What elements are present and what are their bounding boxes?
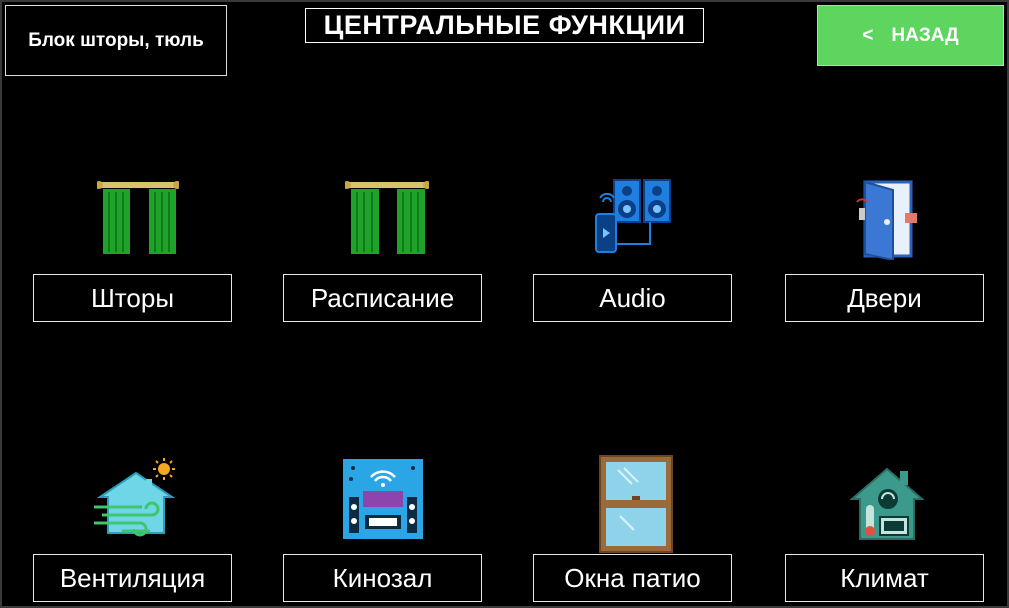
window-icon[interactable] [598,454,674,554]
tile-doors[interactable]: Двери [785,274,984,322]
curtain-icon[interactable] [97,180,179,254]
block-label: Блок шторы, тюль [5,5,227,76]
back-button-label: НАЗАД [891,24,959,46]
home-cinema-icon[interactable] [343,459,423,539]
tile-schedule[interactable]: Расписание [283,274,482,322]
tile-climate[interactable]: Климат [785,554,984,602]
door-icon[interactable] [853,180,921,260]
back-button[interactable]: < НАЗАД [817,5,1004,66]
climate-house-icon[interactable] [848,463,926,541]
page-title: ЦЕНТРАЛЬНЫЕ ФУНКЦИИ [305,8,704,43]
curtain-schedule-icon[interactable] [345,180,429,254]
tile-patio-windows[interactable]: Окна патио [533,554,732,602]
chevron-left-icon: < [862,24,874,46]
app-window: Блок шторы, тюль ЦЕНТРАЛЬНЫЕ ФУНКЦИИ < Н… [0,0,1009,608]
tile-audio[interactable]: Audio [533,274,732,322]
speakers-icon[interactable] [592,178,674,256]
ventilation-house-icon[interactable] [92,457,178,537]
tile-cinema[interactable]: Кинозал [283,554,482,602]
tile-curtains[interactable]: Шторы [33,274,232,322]
tile-ventilation[interactable]: Вентиляция [33,554,232,602]
